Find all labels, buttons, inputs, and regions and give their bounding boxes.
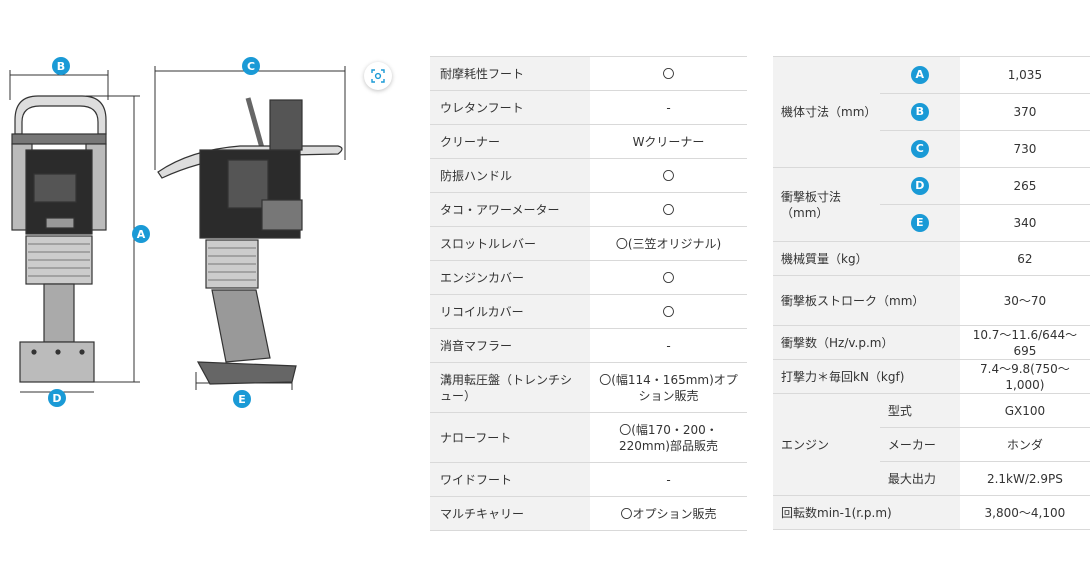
option-row: スロットルレバー 〇(三笠オリジナル) xyxy=(430,226,747,261)
rammer-dimension-diagram: B C A D E xyxy=(0,0,400,420)
options-table: 耐摩耗性フート 〇 ウレタンフート - クリーナー Wクリーナー 防振ハンドル … xyxy=(430,56,747,531)
dim-value: 730 xyxy=(959,130,1090,168)
option-label: ウレタンフート xyxy=(430,90,590,125)
option-row: ナローフート 〇(幅170・200・220mm)部品販売 xyxy=(430,412,747,463)
option-row: クリーナー Wクリーナー xyxy=(430,124,747,159)
option-row: 防振ハンドル 〇 xyxy=(430,158,747,193)
badge-b: B xyxy=(910,103,929,121)
stroke-label: 衝撃板ストローク（mm） xyxy=(773,275,960,326)
dim-value: 1,035 xyxy=(959,56,1090,94)
badge-c: C xyxy=(910,140,929,158)
option-value: - xyxy=(590,462,747,497)
spec-row: 回転数min-1(r.p.m) 3,800〜4,100 xyxy=(773,495,1090,530)
option-label: スロットルレバー xyxy=(430,226,590,261)
svg-text:A: A xyxy=(137,228,146,241)
engine-sub-label: 最大出力 xyxy=(879,461,960,496)
dim-value: 265 xyxy=(959,167,1090,205)
specs-table: 機体寸法（mm） A 1,035 B 370 C 730 衝撃板寸法（mm） D… xyxy=(773,56,1090,530)
svg-text:D: D xyxy=(52,392,61,405)
spec-row: エンジン 型式 GX100 xyxy=(773,393,1090,496)
engine-value: 2.1kW/2.9PS xyxy=(959,461,1090,496)
dim-value: 370 xyxy=(959,93,1090,131)
option-row: マルチキャリー 〇オプション販売 xyxy=(430,496,747,531)
option-row: 消音マフラー - xyxy=(430,328,747,363)
option-row: ワイドフート - xyxy=(430,462,747,497)
option-value: 〇(幅114・165mm)オプション販売 xyxy=(590,362,747,413)
engine-label: エンジン xyxy=(773,393,880,496)
marker-A: A xyxy=(132,225,150,243)
option-value: - xyxy=(590,90,747,125)
marker-C: C xyxy=(242,57,260,75)
option-label: ナローフート xyxy=(430,412,590,463)
rammer-drawing: B C A D E xyxy=(9,57,346,408)
engine-sub-label: 型式 xyxy=(879,393,960,428)
badge-a: A xyxy=(910,66,929,84)
option-value: 〇 xyxy=(590,294,747,329)
option-value: 〇(幅170・200・220mm)部品販売 xyxy=(590,412,747,463)
engine-value: GX100 xyxy=(959,393,1090,428)
svg-text:E: E xyxy=(238,393,246,406)
plate-dims-label: 衝撃板寸法（mm） xyxy=(773,167,880,242)
option-value: 〇 xyxy=(590,56,747,91)
option-label: タコ・アワーメーター xyxy=(430,192,590,227)
spec-row: 衝撃数（Hz/v.p.m） 10.7〜11.6/644〜695 xyxy=(773,325,1090,360)
option-label: 溝用転圧盤（トレンチシュー） xyxy=(430,362,590,413)
rpm-label: 回転数min-1(r.p.m) xyxy=(773,495,960,530)
marker-D: D xyxy=(48,389,66,407)
rpm-value: 3,800〜4,100 xyxy=(959,495,1090,530)
option-label: 耐摩耗性フート xyxy=(430,56,590,91)
impacts-label: 衝撃数（Hz/v.p.m） xyxy=(773,325,960,360)
marker-B: B xyxy=(52,57,70,75)
badge-d: D xyxy=(910,177,929,195)
stroke-value: 30〜70 xyxy=(959,275,1090,326)
impacts-value: 10.7〜11.6/644〜695 xyxy=(959,325,1090,360)
option-row: エンジンカバー 〇 xyxy=(430,260,747,295)
spec-row: 衝撃板ストローク（mm） 30〜70 xyxy=(773,275,1090,326)
mass-value: 62 xyxy=(959,241,1090,276)
spec-row: 衝撃板寸法（mm） D 265 xyxy=(773,167,1090,242)
option-value: - xyxy=(590,328,747,363)
engine-value: ホンダ xyxy=(959,427,1090,462)
spec-row: 打撃力＊毎回kN（kgf) 7.4〜9.8(750〜1,000) xyxy=(773,359,1090,394)
option-row: リコイルカバー 〇 xyxy=(430,294,747,329)
option-value: 〇 xyxy=(590,158,747,193)
option-label: クリーナー xyxy=(430,124,590,159)
zoom-button[interactable] xyxy=(364,62,392,90)
force-value: 7.4〜9.8(750〜1,000) xyxy=(959,359,1090,394)
mass-label: 機械質量（kg） xyxy=(773,241,960,276)
option-label: リコイルカバー xyxy=(430,294,590,329)
svg-text:C: C xyxy=(247,60,255,73)
spec-row: 機体寸法（mm） A 1,035 xyxy=(773,56,1090,168)
body-dims-label: 機体寸法（mm） xyxy=(773,56,880,168)
option-row: ウレタンフート - xyxy=(430,90,747,125)
badge-e: E xyxy=(910,214,929,232)
option-value: 〇(三笠オリジナル) xyxy=(590,226,747,261)
option-value: 〇 xyxy=(590,260,747,295)
force-label: 打撃力＊毎回kN（kgf) xyxy=(773,359,960,394)
option-label: ワイドフート xyxy=(430,462,590,497)
engine-sub-label: メーカー xyxy=(879,427,960,462)
option-label: 防振ハンドル xyxy=(430,158,590,193)
spec-row: 機械質量（kg） 62 xyxy=(773,241,1090,276)
zoom-icon xyxy=(371,69,385,83)
svg-text:B: B xyxy=(57,60,65,73)
dim-value: 340 xyxy=(959,204,1090,242)
option-label: マルチキャリー xyxy=(430,496,590,531)
marker-E: E xyxy=(233,390,251,408)
option-value: 〇オプション販売 xyxy=(590,496,747,531)
option-row: タコ・アワーメーター 〇 xyxy=(430,192,747,227)
option-row: 耐摩耗性フート 〇 xyxy=(430,56,747,91)
option-value: Wクリーナー xyxy=(590,124,747,159)
option-row: 溝用転圧盤（トレンチシュー） 〇(幅114・165mm)オプション販売 xyxy=(430,362,747,413)
option-value: 〇 xyxy=(590,192,747,227)
option-label: 消音マフラー xyxy=(430,328,590,363)
option-label: エンジンカバー xyxy=(430,260,590,295)
